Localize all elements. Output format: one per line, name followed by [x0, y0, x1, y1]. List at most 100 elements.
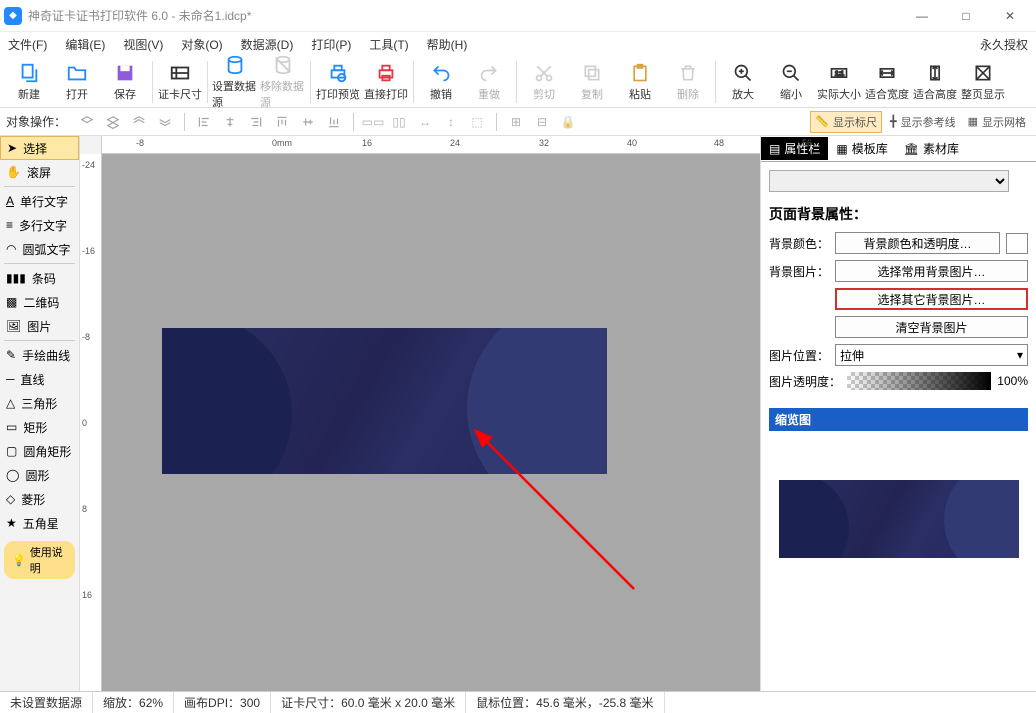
- status-datasource: 未设置数据源: [0, 692, 93, 713]
- triangle-icon: △: [6, 396, 15, 410]
- imgpos-dropdown[interactable]: 拉伸▾: [835, 344, 1028, 366]
- hand-icon: ✋: [6, 165, 21, 179]
- status-bar: 未设置数据源 缩放：62% 画布DPI：300 证卡尺寸：60.0 毫米 x 2…: [0, 691, 1036, 713]
- close-button[interactable]: ✕: [988, 1, 1032, 31]
- tool-multi-text[interactable]: ≡多行文字: [0, 213, 79, 237]
- tab-assets[interactable]: 🏛素材库: [896, 137, 967, 160]
- tool-triangle[interactable]: △三角形: [0, 391, 79, 415]
- menubar: 文件(F) 编辑(E) 视图(V) 对象(O) 数据源(D) 打印(P) 工具(…: [0, 32, 1036, 56]
- set-datasource-button[interactable]: 设置数据源: [212, 54, 258, 110]
- align-hcenter-icon[interactable]: [219, 112, 241, 132]
- bgcolor-swatch[interactable]: [1006, 233, 1028, 254]
- same-size-icon[interactable]: ⬚: [466, 112, 488, 132]
- tab-properties[interactable]: ▤属性栏: [761, 137, 828, 160]
- layer-front-icon[interactable]: [128, 112, 150, 132]
- full-label: 整页显示: [961, 86, 1005, 102]
- layer-down-icon[interactable]: [102, 112, 124, 132]
- same-width-icon[interactable]: ↔: [414, 112, 436, 132]
- tool-select[interactable]: ➤选择: [0, 136, 79, 160]
- menu-help[interactable]: 帮助(H): [427, 36, 468, 53]
- print-button[interactable]: 直接打印: [363, 62, 409, 102]
- tool-single-text[interactable]: A单行文字: [0, 189, 79, 213]
- distribute-h-icon[interactable]: ▭▭: [362, 112, 384, 132]
- option-bar: 对象操作： ▭▭ ▯▯ ↔ ↕ ⬚ ⊞ ⊟ 🔒 📏显示标尺 ╋显示参考线 ▦显示…: [0, 108, 1036, 136]
- layer-up-icon[interactable]: [76, 112, 98, 132]
- clear-bg-button[interactable]: 清空背景图片: [835, 316, 1028, 338]
- help-tip[interactable]: 💡使用说明: [4, 541, 75, 579]
- ungroup-icon[interactable]: ⊟: [531, 112, 553, 132]
- align-top-icon[interactable]: [271, 112, 293, 132]
- paste-label: 粘贴: [629, 86, 651, 102]
- zoom-in-button[interactable]: 放大: [720, 62, 766, 102]
- remove-datasource-button[interactable]: 移除数据源: [260, 54, 306, 110]
- tool-image[interactable]: 🖼图片: [0, 314, 79, 338]
- menu-view[interactable]: 视图(V): [123, 36, 163, 53]
- print-preview-button[interactable]: 打印预览: [315, 62, 361, 102]
- choose-common-bg-button[interactable]: 选择常用背景图片…: [835, 260, 1028, 282]
- menu-edit[interactable]: 编辑(E): [65, 36, 105, 53]
- fit-width-button[interactable]: 适合宽度: [864, 62, 910, 102]
- menu-data[interactable]: 数据源(D): [241, 36, 294, 53]
- copy-button[interactable]: 复制: [569, 62, 615, 102]
- new-button[interactable]: 新建: [6, 62, 52, 102]
- group-icon[interactable]: ⊞: [505, 112, 527, 132]
- chevron-down-icon: ▾: [1017, 348, 1023, 362]
- image-icon: 🖼: [6, 319, 21, 333]
- choose-other-bg-button[interactable]: 选择其它背景图片…: [835, 288, 1028, 310]
- show-ruler-toggle[interactable]: 📏显示标尺: [810, 111, 882, 133]
- menu-print[interactable]: 打印(P): [311, 36, 351, 53]
- card-canvas[interactable]: [162, 328, 607, 474]
- open-label: 打开: [66, 86, 88, 102]
- opacity-slider[interactable]: [847, 372, 991, 390]
- full-page-button[interactable]: 整页显示: [960, 62, 1006, 102]
- menu-object[interactable]: 对象(O): [181, 36, 222, 53]
- window-title: 神奇证卡证书打印软件 6.0 - 未命名1.idcp*: [28, 7, 900, 24]
- redo-button[interactable]: 重做: [466, 62, 512, 102]
- undo-button[interactable]: 撤销: [418, 62, 464, 102]
- tool-line[interactable]: ─直线: [0, 367, 79, 391]
- align-right-icon[interactable]: [245, 112, 267, 132]
- show-guide-toggle[interactable]: ╋显示参考线: [886, 111, 960, 133]
- object-selector[interactable]: [769, 170, 1009, 192]
- actual-size-button[interactable]: 1:1实际大小: [816, 62, 862, 102]
- tab-templates[interactable]: ▦模板库: [828, 137, 895, 160]
- cut-button[interactable]: 剪切: [521, 62, 567, 102]
- layer-back-icon[interactable]: [154, 112, 176, 132]
- ruler-vertical: -24-16-80816: [80, 154, 102, 691]
- menu-tools[interactable]: 工具(T): [369, 36, 408, 53]
- fit-height-button[interactable]: 适合高度: [912, 62, 958, 102]
- minimize-button[interactable]: —: [900, 1, 944, 31]
- paste-button[interactable]: 粘贴: [617, 62, 663, 102]
- redo-label: 重做: [478, 86, 500, 102]
- tool-star[interactable]: ★五角星: [0, 511, 79, 535]
- bgcolor-button[interactable]: 背景颜色和透明度…: [835, 232, 1000, 254]
- save-button[interactable]: 保存: [102, 62, 148, 102]
- tool-freehand[interactable]: ✎手绘曲线: [0, 343, 79, 367]
- tool-ellipse[interactable]: ◯圆形: [0, 463, 79, 487]
- preview-header: 缩览图: [769, 408, 1028, 431]
- tool-rect[interactable]: ▭矩形: [0, 415, 79, 439]
- star-icon: ★: [6, 516, 17, 530]
- align-bottom-icon[interactable]: [323, 112, 345, 132]
- canvas-area[interactable]: 0mm162432404856-8 -24-16-80816: [80, 136, 760, 691]
- card-size-button[interactable]: 证卡尺寸: [157, 62, 203, 102]
- tool-pan[interactable]: ✋滚屏: [0, 160, 79, 184]
- tool-qrcode[interactable]: ▩二维码: [0, 290, 79, 314]
- align-vcenter-icon[interactable]: [297, 112, 319, 132]
- tool-barcode[interactable]: ▮▮▮条码: [0, 266, 79, 290]
- tool-diamond[interactable]: ◇菱形: [0, 487, 79, 511]
- open-button[interactable]: 打开: [54, 62, 100, 102]
- same-height-icon[interactable]: ↕: [440, 112, 462, 132]
- canvas-viewport[interactable]: [102, 154, 760, 691]
- show-grid-toggle[interactable]: ▦显示网格: [964, 111, 1030, 133]
- tool-arc-text[interactable]: ◠圆弧文字: [0, 237, 79, 261]
- zoom-out-button[interactable]: 缩小: [768, 62, 814, 102]
- lock-icon[interactable]: 🔒: [557, 112, 579, 132]
- align-left-icon[interactable]: [193, 112, 215, 132]
- zoomout-label: 缩小: [780, 86, 802, 102]
- tool-roundrect[interactable]: ▢圆角矩形: [0, 439, 79, 463]
- distribute-v-icon[interactable]: ▯▯: [388, 112, 410, 132]
- menu-file[interactable]: 文件(F): [8, 36, 47, 53]
- maximize-button[interactable]: □: [944, 1, 988, 31]
- delete-button[interactable]: 删除: [665, 62, 711, 102]
